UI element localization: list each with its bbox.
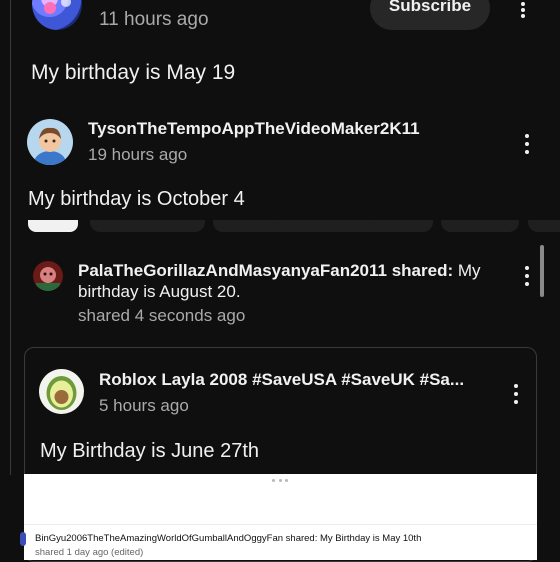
post1-time: 11 hours ago [99, 9, 209, 30]
post3-avatar[interactable] [33, 261, 63, 291]
left-divider [10, 0, 11, 475]
post3-time: shared 4 seconds ago [78, 306, 246, 325]
post2-time: 19 hours ago [88, 145, 188, 164]
drag-handle-icon[interactable] [272, 479, 288, 483]
post3-text: PalaTheGorillazAndMasyanyaFan2011 shared… [78, 260, 498, 302]
post4-author[interactable]: Roblox Layla 2008 #SaveUSA #SaveUK #Sa..… [99, 370, 464, 390]
post1-body: My birthday is May 19 [31, 61, 236, 84]
post5-author[interactable]: BinGyu2006TheTheAmazingWorldOfGumballAnd… [35, 533, 283, 544]
post3-shared-word: shared: [391, 261, 454, 280]
post1-avatar[interactable] [32, 0, 82, 30]
post3-body-rest: birthday is August 20. [78, 282, 241, 301]
post4-time: 5 hours ago [99, 396, 189, 415]
post3-author[interactable]: PalaTheGorillazAndMasyanyaFan2011 [78, 261, 387, 280]
post2-author[interactable]: TysonTheTempoAppTheVideoMaker2K11 [88, 119, 420, 139]
post5-shared-word: shared: [285, 533, 318, 544]
post2-more-vert-icon[interactable] [517, 132, 537, 156]
post3-more-vert-icon[interactable] [517, 264, 537, 288]
post4-body: My Birthday is June 27th [40, 440, 259, 462]
reaction-pill[interactable] [276, 220, 386, 232]
post2-avatar[interactable] [27, 119, 73, 165]
post4-more-vert-icon[interactable] [506, 382, 526, 406]
reaction-pill[interactable] [371, 220, 433, 232]
post5-body: My Birthday is May 10th [319, 533, 422, 544]
reaction-pill[interactable] [441, 220, 519, 232]
post1-more-vert-icon[interactable] [513, 0, 533, 20]
post5-line-divider [24, 524, 537, 525]
subscribe-label: Subscribe [388, 0, 472, 15]
subscribe-button[interactable]: Subscribe [370, 0, 490, 30]
reaction-pills-row [28, 220, 560, 232]
reaction-pill[interactable] [90, 220, 205, 232]
scrollbar-thumb[interactable] [540, 245, 544, 297]
post2-body: My birthday is October 4 [28, 188, 245, 210]
post5-avatar[interactable] [20, 532, 26, 546]
post5-time: shared 1 day ago (edited) [35, 547, 144, 558]
post5-text: BinGyu2006TheTheAmazingWorldOfGumballAnd… [35, 533, 550, 544]
reaction-pill[interactable] [528, 220, 560, 232]
like-pill[interactable] [28, 220, 78, 232]
post3-body-start: My [457, 261, 481, 280]
post4-avatar[interactable] [39, 369, 84, 414]
